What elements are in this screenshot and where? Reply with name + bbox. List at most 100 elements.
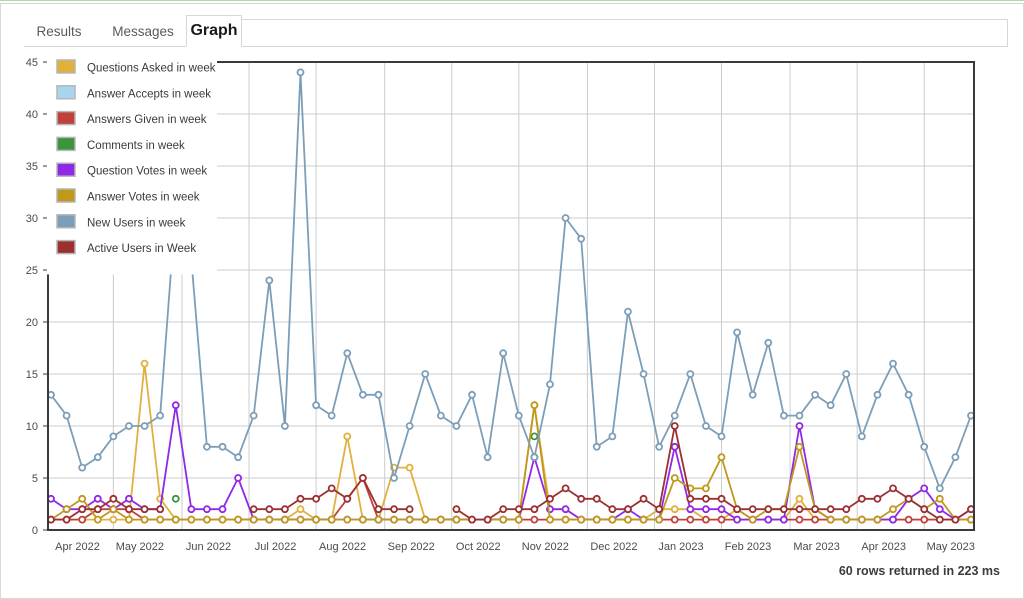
- data-point: [670, 422, 679, 430]
- legend-label: Answers Given in week: [87, 114, 207, 126]
- data-point: [561, 505, 570, 514]
- tab-messages[interactable]: Messages: [100, 19, 186, 47]
- legend-swatch: [56, 214, 76, 229]
- tab-graph[interactable]: Graph: [186, 15, 242, 47]
- data-point: [187, 515, 196, 524]
- data-point: [62, 515, 71, 524]
- data-point: [499, 515, 508, 524]
- data-point: [405, 463, 414, 472]
- data-point: [468, 390, 476, 399]
- data-point: [93, 515, 102, 524]
- data-point: [405, 422, 414, 430]
- chart-legend[interactable]: Questions Asked in week Answer Accepts in…: [47, 54, 217, 275]
- data-point: [577, 515, 586, 524]
- data-point: [857, 494, 866, 503]
- data-point: [358, 515, 367, 524]
- data-point: [639, 494, 648, 503]
- chart-container: 0 5 10 15 20 25 30 35 40 45 Apr 2022 May 2022 Jun 2…: [0, 48, 1024, 558]
- legend-swatch: [56, 110, 76, 126]
- legend-swatch: [56, 188, 76, 203]
- data-point: [717, 453, 726, 462]
- data-point: [670, 505, 679, 514]
- data-point: [312, 401, 320, 410]
- data-point: [764, 515, 773, 524]
- legend-label: New Users in week: [87, 217, 186, 229]
- data-point: [592, 442, 601, 451]
- data-point: [327, 411, 336, 420]
- data-point: [795, 411, 804, 420]
- data-point: [358, 474, 367, 482]
- legend-swatch: [56, 239, 76, 255]
- data-point: [62, 505, 71, 514]
- data-point: [93, 505, 102, 514]
- legend-swatch: [56, 136, 76, 152]
- x-tick-label: Sep 2022: [388, 541, 435, 553]
- data-point: [218, 505, 227, 514]
- rows-returned-status: 60 rows returned in 223 ms: [838, 564, 1000, 578]
- data-point: [904, 494, 913, 503]
- y-tick-label: 5: [32, 473, 38, 485]
- data-point: [779, 505, 788, 514]
- data-point: [125, 422, 133, 430]
- data-point: [795, 505, 804, 514]
- data-point: [249, 505, 258, 514]
- data-point: [109, 515, 118, 524]
- data-point: [265, 515, 274, 524]
- x-tick-label: Feb 2023: [725, 541, 771, 553]
- data-point: [717, 505, 726, 514]
- data-point: [655, 442, 664, 451]
- data-point: [935, 494, 944, 503]
- tab-results[interactable]: Results: [24, 19, 94, 47]
- data-point: [296, 505, 305, 514]
- data-point: [670, 442, 679, 451]
- x-tick-label: Jan 2023: [658, 541, 703, 553]
- data-point: [171, 401, 180, 410]
- data-point: [935, 505, 944, 514]
- data-point: [795, 442, 804, 451]
- data-point: [125, 505, 133, 514]
- y-tick-label: 10: [26, 421, 38, 433]
- data-point: [452, 505, 461, 514]
- x-tick-label: Jul 2022: [255, 541, 297, 553]
- data-point: [140, 359, 149, 368]
- data-point: [546, 380, 554, 389]
- x-tick-label: Mar 2023: [793, 541, 839, 553]
- data-point: [125, 494, 133, 503]
- y-tick-label: 0: [32, 525, 38, 537]
- x-axis-ticks: Apr 2022 May 2022 Jun 2022 Jul 2022 Aug 2022…: [55, 541, 975, 553]
- data-point: [702, 494, 710, 503]
- legend-label: Answer Votes in week: [87, 192, 200, 204]
- data-point: [873, 515, 882, 524]
- data-point: [935, 484, 944, 493]
- data-point: [686, 515, 695, 524]
- data-point: [795, 422, 804, 430]
- data-point: [639, 370, 648, 378]
- data-point: [889, 484, 897, 493]
- data-point: [889, 505, 897, 514]
- data-point: [234, 474, 243, 482]
- data-point: [842, 505, 851, 514]
- legend-label: Question Votes in week: [87, 166, 207, 178]
- legend-swatch: [56, 59, 76, 74]
- data-point: [296, 515, 305, 524]
- data-point: [468, 515, 476, 524]
- y-tick-label: 15: [26, 369, 38, 381]
- data-point: [234, 453, 243, 462]
- data-point: [280, 505, 289, 514]
- legend-label: Answer Accepts in week: [87, 88, 211, 100]
- data-point: [857, 432, 866, 441]
- legend-label: Questions Asked in week: [87, 63, 216, 75]
- data-point: [78, 494, 87, 503]
- data-point: [530, 515, 539, 524]
- legend-label: Comments in week: [87, 140, 185, 152]
- data-point: [390, 474, 398, 482]
- legend-label: Active Users in Week: [87, 243, 196, 255]
- data-point: [171, 494, 180, 503]
- data-point: [514, 515, 523, 524]
- data-point: [889, 359, 897, 368]
- data-point: [686, 494, 695, 503]
- data-point: [156, 515, 165, 524]
- data-point: [920, 442, 929, 451]
- y-tick-label: 45: [26, 57, 38, 69]
- data-point: [249, 515, 258, 524]
